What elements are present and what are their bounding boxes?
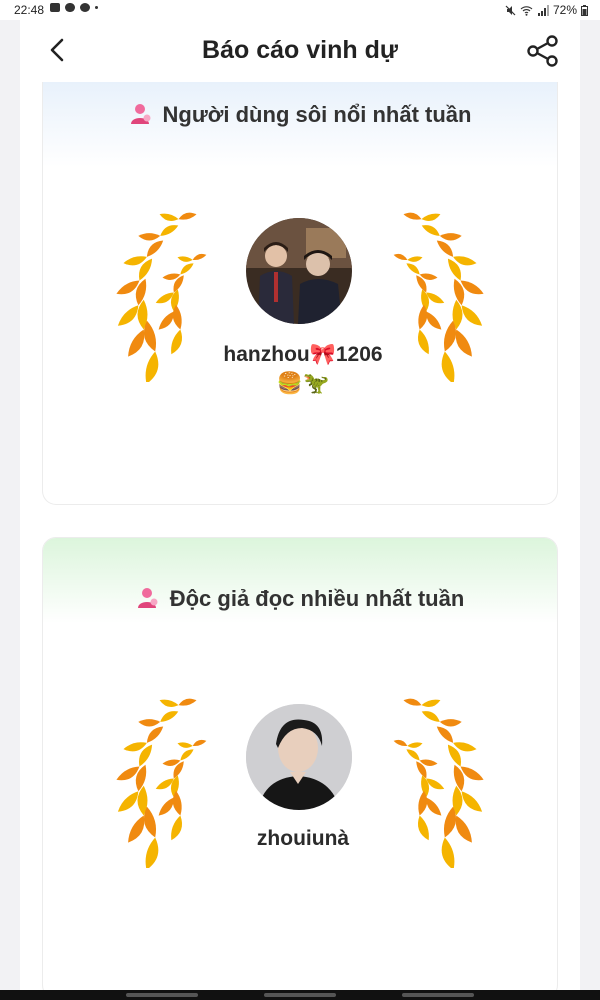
laurel-leaf bbox=[407, 256, 423, 262]
share-icon bbox=[527, 35, 558, 67]
laurel-right-icon bbox=[393, 698, 484, 868]
laurel-leaf bbox=[146, 726, 164, 743]
laurel-leaf bbox=[441, 837, 455, 868]
nav-handle[interactable] bbox=[402, 993, 474, 997]
page-title: Báo cáo vinh dự bbox=[202, 36, 398, 64]
username: hanzhou🎀1206🍔🦖 bbox=[223, 343, 383, 395]
laurel-left-icon bbox=[116, 212, 207, 382]
laurel-leaf bbox=[138, 719, 161, 727]
laurel-leaf bbox=[145, 837, 159, 868]
laurel-leaf bbox=[406, 263, 420, 275]
laurel-leaf bbox=[436, 726, 454, 743]
dot-icon bbox=[95, 6, 98, 9]
card-title: Người dùng sôi nổi nhất tuần bbox=[162, 102, 472, 127]
wifi-icon bbox=[520, 5, 533, 16]
user-icon bbox=[130, 104, 150, 124]
laurel-leaf bbox=[138, 233, 161, 241]
laurel-leaf bbox=[421, 225, 440, 236]
laurel-leaf bbox=[403, 212, 422, 220]
laurel-leaf bbox=[436, 240, 454, 257]
laurel-leaf bbox=[177, 742, 193, 748]
laurel-leaf bbox=[146, 240, 164, 257]
nav-handle[interactable] bbox=[126, 993, 198, 997]
laurel-leaf bbox=[177, 256, 193, 262]
laurel-leaf bbox=[417, 329, 429, 355]
laurel-leaf bbox=[178, 212, 197, 220]
laurel-leaf bbox=[160, 225, 179, 236]
laurel-leaf bbox=[403, 698, 422, 706]
laurel-leaf bbox=[421, 213, 441, 222]
laurel-leaf bbox=[393, 253, 408, 260]
laurel-leaf bbox=[421, 711, 440, 722]
laurel-leaf bbox=[160, 711, 179, 722]
laurel-leaf bbox=[180, 749, 194, 761]
laurel-leaf bbox=[417, 815, 429, 841]
laurel-leaf bbox=[406, 749, 420, 761]
laurel-leaf bbox=[159, 699, 179, 708]
battery-icon bbox=[581, 4, 588, 16]
cloud-icon bbox=[65, 3, 75, 12]
status-right-icons: 72% bbox=[505, 3, 588, 17]
mute-icon bbox=[505, 5, 516, 15]
laurel-leaf bbox=[171, 815, 183, 841]
battery-label: 72% bbox=[552, 3, 577, 17]
laurel-leaf bbox=[171, 329, 183, 355]
avatar[interactable] bbox=[246, 704, 352, 810]
username: zhouiunà bbox=[256, 827, 350, 850]
laurel-leaf bbox=[145, 351, 159, 382]
laurel-right-icon bbox=[393, 212, 484, 382]
laurel-leaf bbox=[178, 698, 197, 706]
main-content: Người dùng sôi nổi nhất tuần hanzhou🎀120… bbox=[20, 82, 580, 990]
laurel-leaf bbox=[421, 699, 441, 708]
honor-card-top-reader: Độc giả đọc nhiều nhất tuần zhouiunà bbox=[42, 537, 558, 990]
nav-handle[interactable] bbox=[264, 993, 336, 997]
app-header: Báo cáo vinh dự bbox=[20, 20, 580, 82]
share-button[interactable] bbox=[526, 34, 560, 68]
laurel-left-icon bbox=[116, 698, 207, 868]
status-time: 22:48 bbox=[14, 3, 45, 17]
laurel-leaf bbox=[439, 233, 462, 241]
laurel-leaf bbox=[192, 253, 207, 260]
laurel-leaf bbox=[407, 742, 423, 748]
status-bar: 22:48 72% bbox=[0, 0, 600, 20]
laurel-leaf bbox=[180, 263, 194, 275]
laurel-leaf bbox=[441, 351, 455, 382]
app-icon bbox=[80, 3, 90, 12]
laurel-leaf bbox=[393, 739, 408, 746]
card-title: Độc giả đọc nhiều nhất tuần bbox=[169, 586, 465, 611]
image-icon bbox=[50, 3, 60, 12]
laurel-leaf bbox=[159, 213, 179, 222]
user-icon bbox=[137, 588, 158, 608]
honor-card-active-user: Người dùng sôi nổi nhất tuần hanzhou🎀120… bbox=[42, 82, 558, 505]
laurel-leaf bbox=[192, 739, 207, 746]
avatar[interactable] bbox=[246, 218, 352, 324]
status-left-icons bbox=[50, 3, 98, 12]
laurel-leaf bbox=[439, 719, 462, 727]
signal-icon bbox=[537, 4, 549, 16]
